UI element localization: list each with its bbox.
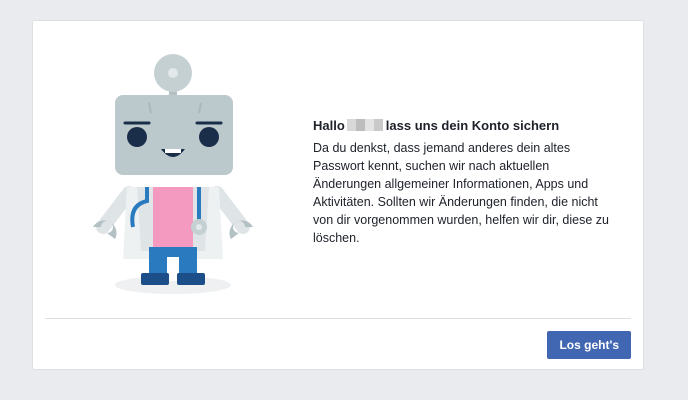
blurred-username (346, 119, 383, 131)
dialog-description: Da du denkst, dass jemand anderes dein a… (313, 141, 609, 245)
get-started-button[interactable]: Los geht's (547, 331, 631, 359)
security-dialog: Hallo lass uns dein Konto sichern Da du d… (32, 20, 644, 370)
doctor-robot-icon (89, 51, 259, 301)
dialog-content: Hallo lass uns dein Konto sichern Da du d… (313, 117, 613, 247)
dialog-title: Hallo lass uns dein Konto sichern (313, 117, 613, 135)
footer-divider (45, 318, 631, 319)
title-text: lass uns dein Konto sichern (385, 118, 560, 133)
greeting-text: Hallo (313, 118, 345, 133)
